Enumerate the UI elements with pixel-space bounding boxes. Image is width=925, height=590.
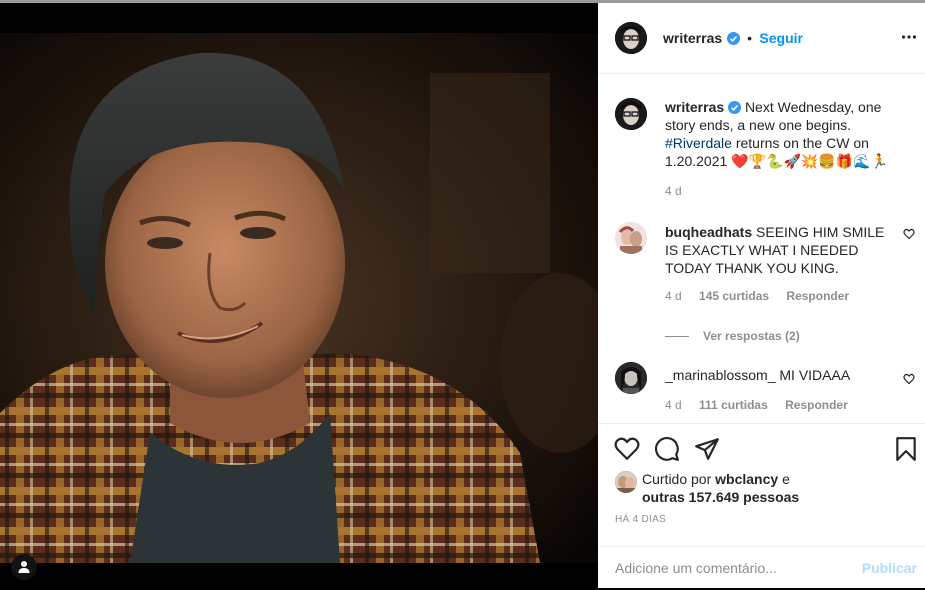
- comment-text: MI VIDAAA: [779, 367, 851, 383]
- post-photo[interactable]: [0, 33, 598, 563]
- like-comment-button[interactable]: [903, 227, 915, 245]
- avatar-image: [615, 362, 647, 394]
- portrait-image: [0, 33, 598, 563]
- caption-line3: returns on the CW on: [731, 135, 869, 151]
- more-options-button[interactable]: [901, 29, 917, 50]
- view-replies-button[interactable]: Ver respostas (2): [665, 327, 890, 345]
- comment-likes[interactable]: 145 curtidas: [699, 289, 769, 303]
- author-avatar[interactable]: [615, 22, 647, 54]
- post-actions-section: Curtido por wbclancy e outras 157.649 pe…: [598, 423, 925, 589]
- comment-item: buqheadhats SEEING HIM SMILE IS EXACTLY …: [615, 222, 915, 345]
- post-media[interactable]: [0, 3, 598, 588]
- share-button[interactable]: [694, 436, 720, 467]
- likes-summary: Curtido por wbclancy e outras 157.649 pe…: [642, 470, 799, 506]
- bookmark-icon: [896, 437, 916, 461]
- avatar-image: [615, 22, 647, 54]
- reply-button[interactable]: Responder: [785, 398, 848, 412]
- comment-likes[interactable]: 111 curtidas: [699, 398, 768, 412]
- verified-badge-icon: [728, 101, 742, 114]
- commenter-avatar[interactable]: [615, 362, 647, 394]
- caption-line4: 1.20.2021 ❤️🏆🐍🚀💥🍔🎁🌊🏃: [665, 153, 889, 169]
- hashtag-link[interactable]: #Riverdale: [665, 135, 732, 151]
- view-replies-label: Ver respostas (2): [703, 329, 800, 343]
- avatar-image: [615, 98, 647, 130]
- author-username[interactable]: writerras: [663, 30, 722, 46]
- heart-outline-icon: [903, 228, 915, 240]
- liker-avatar[interactable]: [615, 471, 637, 493]
- caption-text: writerras Next Wednesday, one story ends…: [665, 98, 905, 200]
- save-button[interactable]: [895, 436, 917, 467]
- comment-time[interactable]: 4 d: [665, 398, 682, 412]
- post-side-panel: writerras • Seguir writerras Next Wednes…: [598, 3, 925, 588]
- heart-icon: [614, 437, 640, 461]
- caption-line2: story ends, a new one begins.: [665, 117, 852, 133]
- post-date[interactable]: HÁ 4 DIAS: [615, 514, 666, 525]
- caption-line1: Next Wednesday, one: [744, 99, 882, 115]
- avatar-image: [615, 222, 647, 254]
- caption-author-avatar[interactable]: [615, 98, 647, 130]
- comment-button[interactable]: [654, 436, 680, 467]
- replies-line: [665, 336, 689, 338]
- caption-time[interactable]: 4 d: [665, 184, 682, 198]
- commenter-avatar[interactable]: [615, 222, 647, 254]
- like-button[interactable]: [614, 436, 640, 467]
- verified-badge-icon: [726, 32, 740, 45]
- reply-button[interactable]: Responder: [786, 289, 849, 303]
- liked-by-others[interactable]: outras 157.649 pessoas: [642, 489, 799, 505]
- avatar-image: [615, 471, 637, 493]
- comment-time[interactable]: 4 d: [665, 289, 682, 303]
- comment-input[interactable]: Adicione um comentário...: [615, 560, 777, 576]
- person-icon: [18, 561, 30, 573]
- liked-by-and: e: [782, 471, 790, 487]
- publish-button[interactable]: Publicar: [862, 560, 917, 576]
- comment-author[interactable]: _marinablossom_: [665, 367, 776, 383]
- share-paper-plane-icon: [695, 438, 719, 460]
- heart-outline-icon: [903, 373, 915, 385]
- comment-author[interactable]: buqheadhats: [665, 224, 752, 240]
- comment-bubble-icon: [655, 437, 679, 461]
- like-comment-button[interactable]: [903, 372, 915, 390]
- add-comment-bar: Adicione um comentário... Publicar: [598, 546, 925, 590]
- separator-dot: •: [747, 30, 752, 46]
- post-header: writerras • Seguir: [598, 3, 925, 74]
- user-tag-button[interactable]: [11, 554, 37, 580]
- more-options-icon: [901, 35, 917, 39]
- comment-item: _marinablossom_ MI VIDAAA 4 d 111 curtid…: [615, 362, 915, 422]
- caption-author[interactable]: writerras: [665, 99, 724, 115]
- follow-button[interactable]: Seguir: [759, 30, 803, 46]
- liked-by-prefix: Curtido por: [642, 471, 712, 487]
- liked-by-user[interactable]: wbclancy: [715, 471, 778, 487]
- caption: writerras Next Wednesday, one story ends…: [615, 98, 915, 198]
